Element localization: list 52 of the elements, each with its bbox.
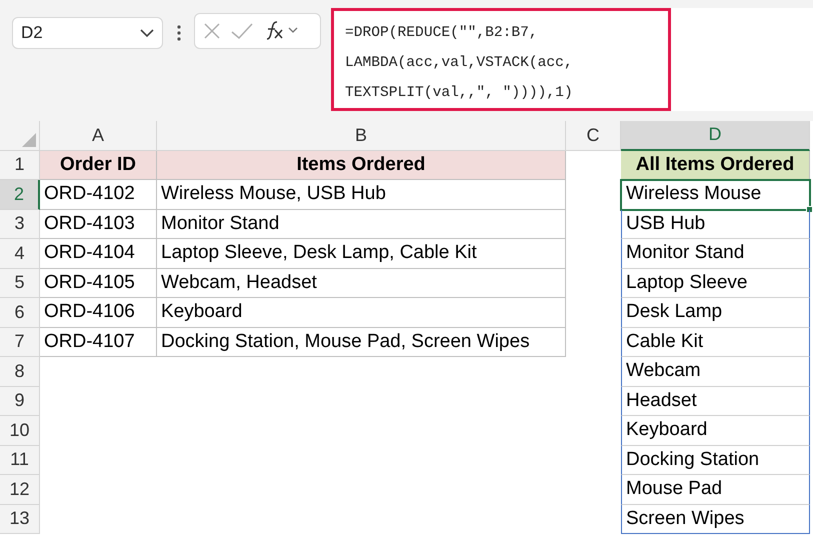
table-cell: ORD-4107 (40, 328, 157, 357)
row-header[interactable]: 1 (0, 150, 40, 180)
table-cell[interactable]: Monitor Stand (621, 239, 810, 268)
formula-line: =DROP(REDUCE("",B2:B7, (345, 24, 539, 43)
formula-input[interactable]: =DROP(REDUCE("",B2:B7, LAMBDA(acc,val,VSTACK(acc, TEXTSPLIT(val,,", ")))),1) (331, 8, 671, 111)
row-header[interactable]: 5 (0, 268, 40, 298)
table-cell: Webcam, Headset (157, 268, 566, 298)
column-header[interactable]: C (566, 121, 621, 150)
table-cell: All Items Ordered (621, 150, 810, 180)
column-header[interactable]: A (40, 121, 157, 150)
row-header[interactable]: 8 (0, 357, 40, 386)
table-cell[interactable]: Keyboard (621, 416, 810, 446)
name-box[interactable]: D2 (12, 17, 163, 49)
column-header[interactable]: D (621, 121, 810, 150)
row-header[interactable]: 2 (0, 180, 40, 210)
table-cell[interactable]: Docking Station (621, 446, 810, 475)
chevron-down-icon (140, 28, 154, 38)
more-options-icon[interactable] (177, 25, 181, 41)
table-cell: ORD-4103 (40, 210, 157, 239)
column-header[interactable]: B (157, 121, 566, 150)
fill-handle[interactable] (806, 206, 813, 212)
table-cell: ORD-4104 (40, 239, 157, 268)
row-header[interactable]: 12 (0, 475, 40, 504)
table-cell[interactable]: Screen Wipes (621, 504, 810, 534)
row-header[interactable]: 3 (0, 210, 40, 239)
table-cell: ORD-4106 (40, 298, 157, 328)
table-cell[interactable]: Headset (621, 386, 810, 416)
row-header[interactable]: 7 (0, 328, 40, 357)
table-cell: Monitor Stand (157, 210, 566, 239)
table-cell[interactable]: Desk Lamp (621, 298, 810, 328)
formula-line: LAMBDA(acc,val,VSTACK(acc, (345, 54, 574, 73)
cell-reference: D2 (21, 22, 43, 44)
row-header[interactable]: 10 (0, 416, 40, 446)
table-cell: Wireless Mouse, USB Hub (157, 180, 566, 210)
row-header[interactable]: 13 (0, 504, 40, 534)
table-cell: Keyboard (157, 298, 566, 328)
row-header[interactable]: 4 (0, 239, 40, 268)
table-cell: Laptop Sleeve, Desk Lamp, Cable Kit (157, 239, 566, 268)
table-cell[interactable]: USB Hub (621, 210, 810, 239)
row-header[interactable]: 9 (0, 386, 40, 416)
table-cell: Docking Station, Mouse Pad, Screen Wipes (157, 328, 566, 357)
formula-line: TEXTSPLIT(val,,", ")))),1) (345, 84, 574, 103)
table-cell[interactable]: Cable Kit (621, 328, 810, 357)
table-cell[interactable]: Laptop Sleeve (621, 268, 810, 298)
row-header[interactable]: 6 (0, 298, 40, 328)
table-cell: Items Ordered (157, 150, 566, 180)
table-cell[interactable]: Mouse Pad (621, 475, 810, 504)
table-cell: ORD-4105 (40, 268, 157, 298)
row-header[interactable]: 11 (0, 446, 40, 475)
table-cell[interactable]: Webcam (621, 357, 810, 386)
table-cell: ORD-4102 (40, 180, 157, 210)
table-cell: Order ID (40, 150, 157, 180)
